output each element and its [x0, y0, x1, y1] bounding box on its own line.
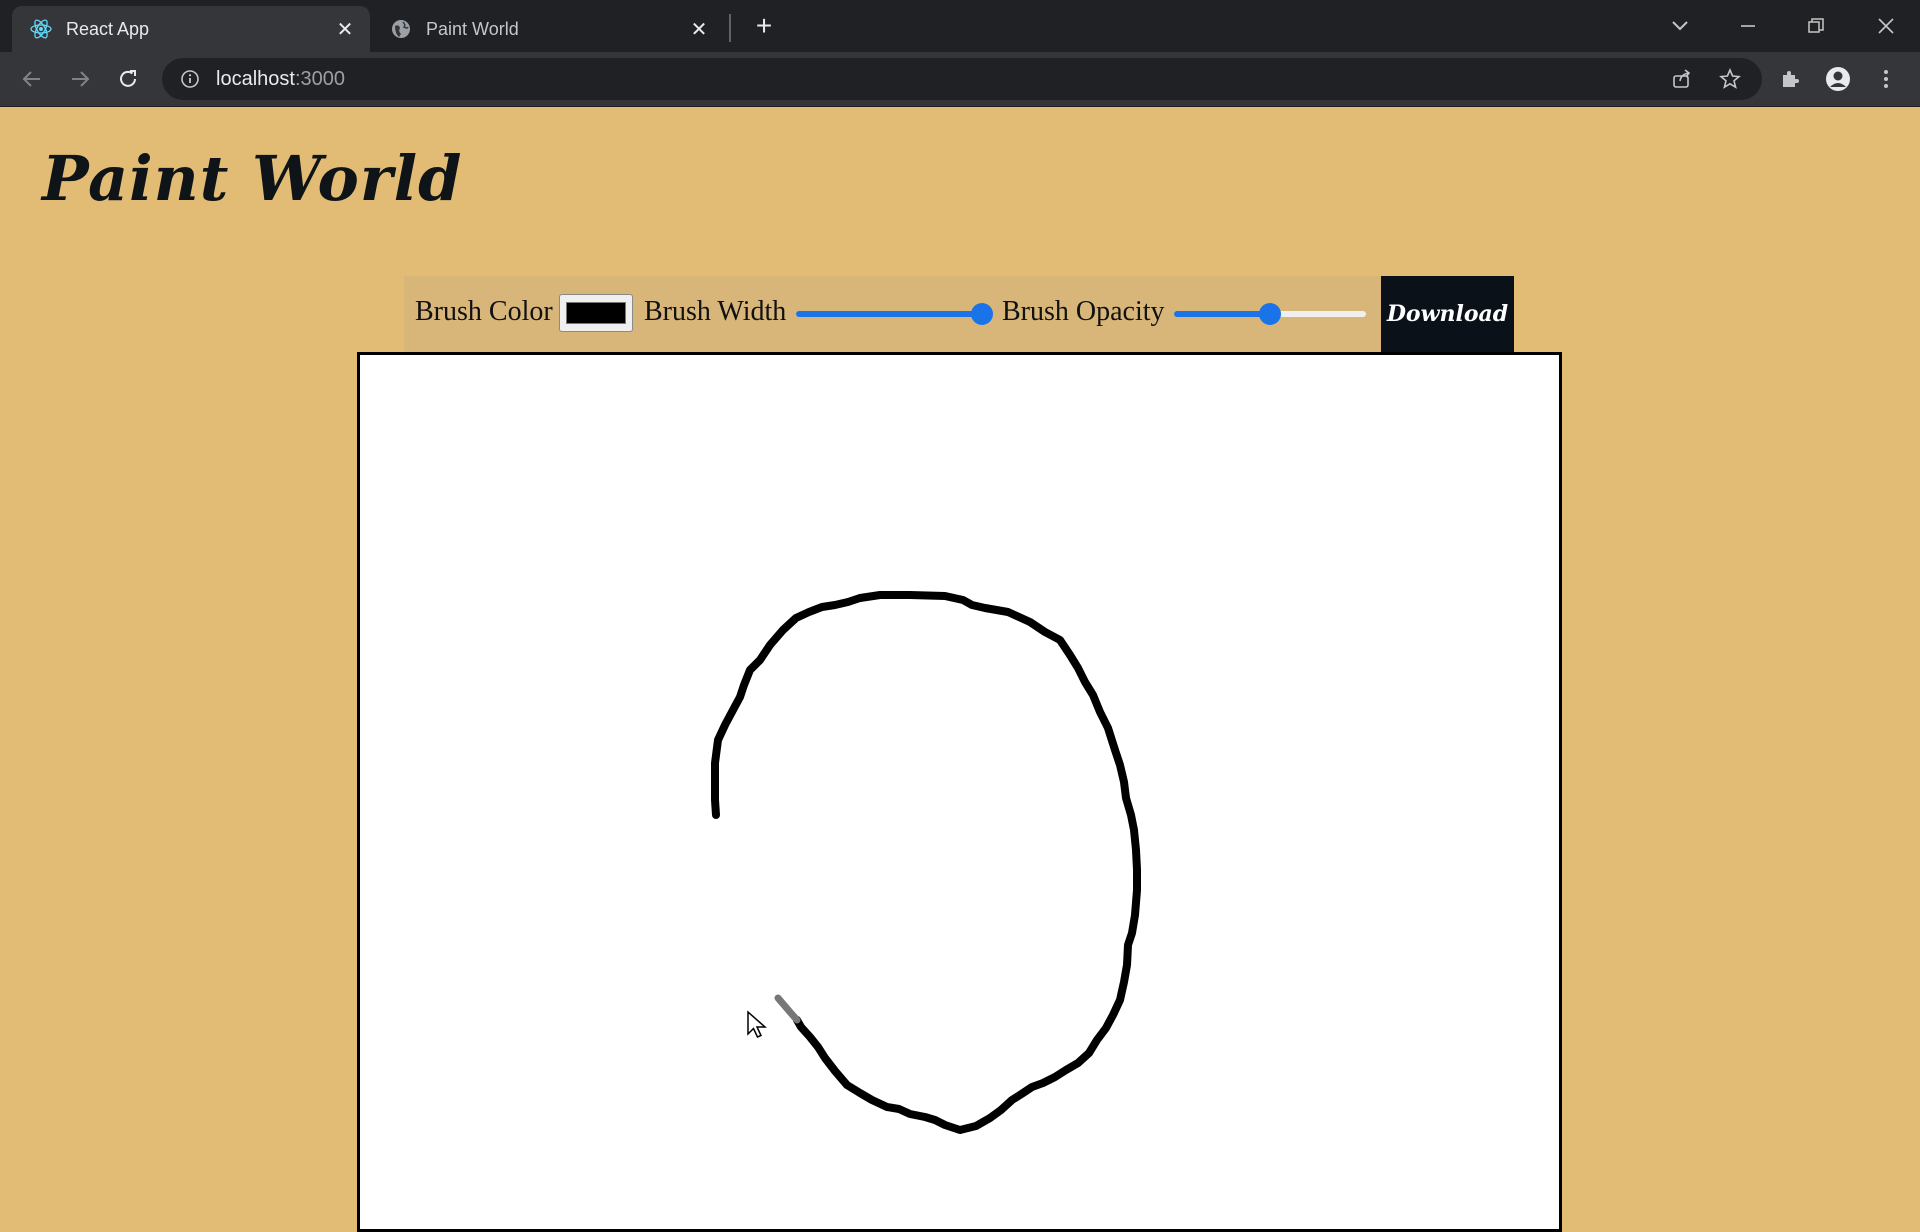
brush-width-label: Brush Width — [644, 296, 787, 327]
close-icon[interactable]: ✕ — [334, 18, 356, 41]
brush-color-picker[interactable] — [559, 294, 633, 332]
brush-controls: Brush Color Brush Width Brush Opacity Do… — [404, 276, 1514, 352]
url-port: :3000 — [294, 67, 345, 90]
brush-opacity-slider[interactable] — [1174, 303, 1366, 325]
new-tab-plus-icon[interactable]: + — [748, 10, 780, 42]
brush-stroke-fading-tail — [774, 994, 801, 1024]
drawing-canvas[interactable] — [357, 352, 1562, 1232]
react-icon — [30, 18, 52, 40]
tab-title: Paint World — [426, 18, 519, 39]
page-title: Paint World — [42, 142, 463, 215]
menu-kebab-icon[interactable] — [1870, 63, 1902, 95]
reload-icon[interactable] — [112, 63, 144, 95]
slider-thumb[interactable] — [1259, 303, 1281, 325]
slider-fill — [796, 311, 983, 317]
back-arrow-icon[interactable] — [16, 63, 48, 95]
profile-avatar-icon[interactable] — [1822, 63, 1854, 95]
mouse-pointer-icon — [746, 1010, 768, 1045]
brush-color-swatch — [566, 302, 626, 324]
browser-tabstrip: React App ✕ Paint World ✕ + — [0, 0, 1920, 52]
window-close-icon[interactable] — [1866, 6, 1906, 46]
brush-stroke-layer — [711, 591, 1141, 1134]
brush-stroke — [711, 591, 1141, 1134]
slider-fill — [1174, 311, 1270, 317]
minimize-icon[interactable] — [1728, 6, 1768, 46]
brush-opacity-label: Brush Opacity — [1002, 296, 1165, 327]
browser-toolbar: localhost:3000 — [0, 52, 1920, 107]
bookmark-star-icon[interactable] — [1714, 63, 1746, 95]
tab-separator — [729, 14, 731, 42]
extensions-puzzle-icon[interactable] — [1774, 63, 1806, 95]
url-host: localhost — [216, 67, 295, 90]
forward-arrow-icon[interactable] — [64, 63, 96, 95]
slider-thumb[interactable] — [971, 303, 994, 325]
tab-search-chevron-icon[interactable] — [1660, 6, 1700, 46]
site-info-icon[interactable] — [178, 67, 202, 91]
address-bar[interactable]: localhost:3000 — [162, 58, 1762, 100]
close-icon[interactable]: ✕ — [688, 18, 710, 41]
brush-color-label: Brush Color — [415, 296, 553, 327]
tab-paint-world[interactable]: Paint World ✕ — [372, 6, 724, 52]
tab-react-app[interactable]: React App ✕ — [12, 6, 370, 52]
share-icon[interactable] — [1666, 63, 1698, 95]
globe-icon — [390, 18, 412, 40]
restore-icon[interactable] — [1796, 6, 1836, 46]
tab-title: React App — [66, 18, 150, 39]
brush-width-slider[interactable] — [796, 303, 994, 325]
download-button[interactable]: Download — [1381, 276, 1514, 352]
